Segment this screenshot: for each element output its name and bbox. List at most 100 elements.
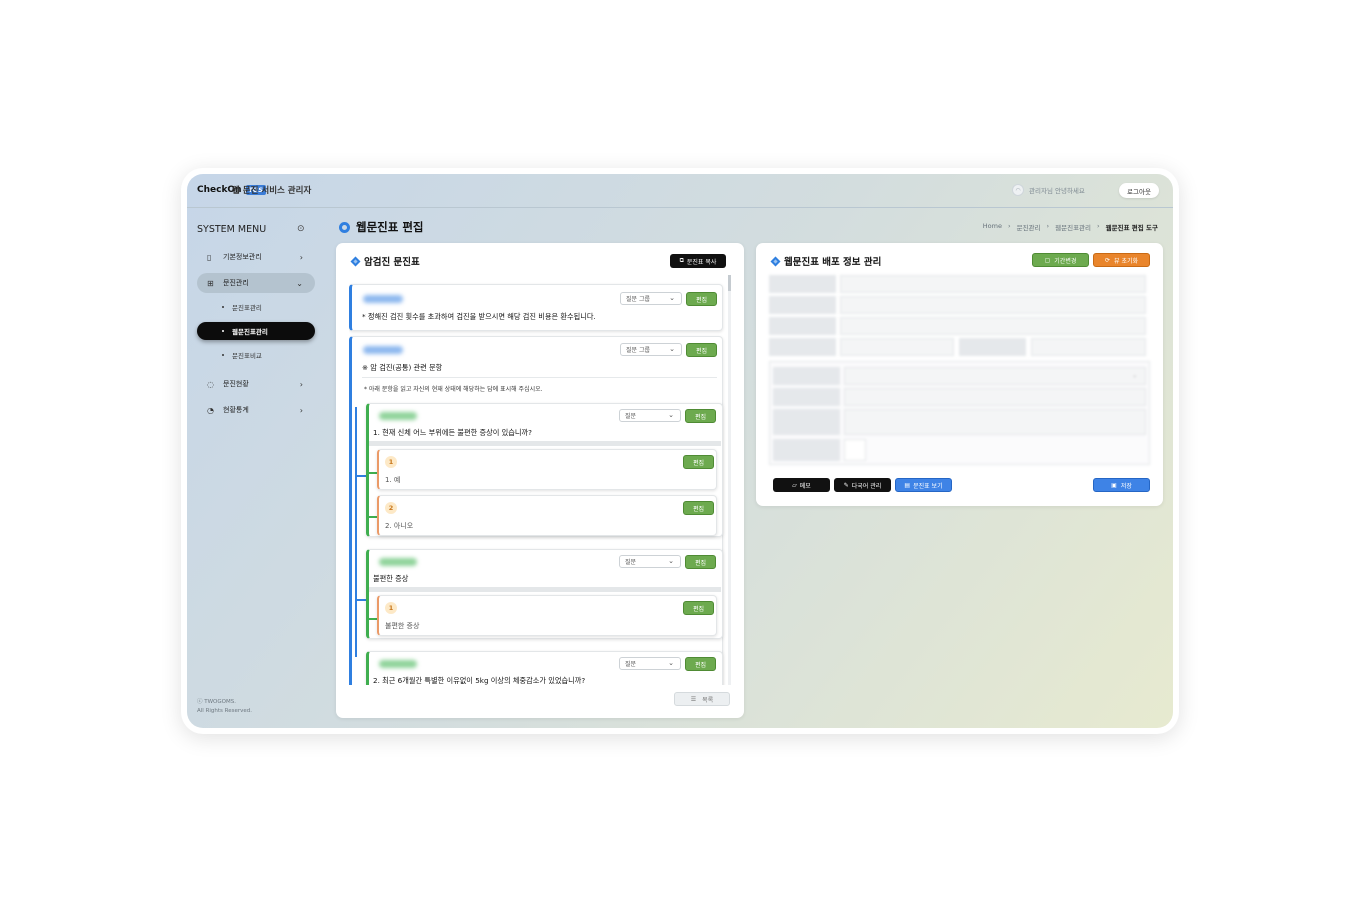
copyright-line: All Rights Reserved. (197, 708, 253, 714)
group-tag (363, 295, 403, 303)
question-card[interactable]: 질문 ⌄ 편집 1. 현재 신체 어느 부위에든 불편한 증상이 있습니까? 1… (366, 403, 723, 537)
edit-icon: ✎ (843, 481, 849, 489)
edit-button[interactable]: 편집 (686, 292, 717, 306)
type-select[interactable]: 질문 ⌄ (619, 657, 681, 670)
option-card[interactable]: 2 편집 2. 아니오 (377, 495, 717, 536)
save-label: 저장 (1120, 482, 1132, 490)
type-select[interactable]: 질문 ⌄ (619, 409, 681, 422)
breadcrumb-separator-icon: › (1097, 222, 1100, 230)
question-card[interactable]: 질문 ⌄ 편집 불편한 증상 1 편집 불편한 증상 (366, 549, 723, 639)
edit-button[interactable]: 편집 (685, 409, 716, 423)
sidebar-item-basic-info[interactable]: ▯ 기본정보관리 › (197, 247, 315, 267)
question-group-text: ※ 암 검진(공통) 관련 문항 (362, 363, 443, 372)
question-text: 2. 최근 6개월간 특별한 이유없이 5kg 이상의 체중감소가 있었습니까? (373, 676, 586, 685)
multilanguage-button[interactable]: ✎ 다국어 관리 (834, 478, 891, 492)
chevron-right-icon: › (299, 405, 303, 415)
option-text: 불편한 증상 (385, 622, 420, 630)
reset-view-button[interactable]: ⟳ 뷰 초기화 (1093, 253, 1150, 267)
form-textarea[interactable] (844, 409, 1146, 435)
question-tag (379, 660, 417, 668)
form-label (773, 367, 840, 385)
editor-scrollbar[interactable] (728, 275, 731, 685)
form-field[interactable] (840, 275, 1146, 293)
form-toggle[interactable] (844, 439, 866, 461)
user-greeting: ◠ 관리자님 안녕하세요 (1012, 184, 1085, 196)
multilanguage-label: 다국어 관리 (851, 482, 882, 490)
form-field[interactable] (840, 317, 1146, 335)
option-card[interactable]: 1 편집 1. 예 (377, 449, 717, 490)
form-label (769, 296, 836, 314)
form-field[interactable] (844, 388, 1146, 406)
sidebar-item-questionnaire[interactable]: ⊞ 문진관리 ⌄ (197, 273, 315, 293)
type-select[interactable]: 질문 그룹 ⌄ (620, 343, 682, 356)
editor-scroll-area[interactable]: 질문 그룹 ⌄ 편집 * 정해진 검진 횟수를 초과하여 검진을 받으시면 해당… (349, 275, 729, 685)
tree-connector (367, 618, 377, 620)
list-button[interactable]: ☰ 목록 (674, 692, 730, 706)
form-field[interactable] (840, 296, 1146, 314)
note-icon: ▱ (792, 481, 797, 489)
chevron-down-icon: ⌄ (296, 278, 303, 288)
bullet-icon (222, 354, 224, 356)
form-field[interactable] (840, 338, 954, 356)
type-select[interactable]: 질문 ⌄ (619, 555, 681, 568)
memo-label: 메모 (799, 482, 811, 490)
view-questionnaire-button[interactable]: ▤ 문진표 보기 (895, 478, 952, 492)
pie-chart-icon: ◔ (207, 405, 214, 415)
form-row (773, 439, 866, 461)
question-group-text: * 정해진 검진 횟수를 초과하여 검진을 받으시면 해당 검진 비용은 환수됩… (362, 312, 596, 321)
page-title: 웹문진표 편집 (339, 219, 423, 235)
scrollbar-thumb[interactable] (728, 275, 731, 291)
refresh-icon: ⟳ (1104, 256, 1111, 264)
edit-button[interactable]: 편집 (683, 501, 714, 515)
view-questionnaire-label: 문진표 보기 (913, 482, 943, 490)
title-ring-icon (339, 221, 350, 233)
edit-button[interactable]: 편집 (686, 343, 717, 357)
option-number: 1 (385, 456, 397, 468)
logout-button[interactable]: 로그아웃 (1119, 183, 1159, 198)
sidebar-item-status[interactable]: ◌ 문진현황 › (197, 374, 315, 394)
brand-logo[interactable]: CheckOn TGS 웹 문진 서비스 관리자 (197, 185, 311, 196)
change-period-button[interactable]: ▢ 기간변경 (1032, 253, 1089, 267)
question-group-card[interactable]: 질문 그룹 ⌄ 편집 ※ 암 검진(공통) 관련 문항 * 아래 문항을 읽고 … (349, 336, 723, 685)
copy-questionnaire-button[interactable]: ⧉ 문진표 복사 (670, 254, 726, 268)
diamond-icon (770, 256, 781, 266)
diamond-icon (350, 256, 361, 266)
edit-button[interactable]: 편집 (685, 657, 716, 671)
edit-button[interactable]: 편집 (683, 455, 714, 469)
file-icon: ▢ (1044, 256, 1051, 264)
form-row: ⌄ (773, 367, 1146, 385)
sidebar-item-statistics[interactable]: ◔ 현황통계 › (197, 400, 315, 420)
form-label (769, 317, 836, 335)
menu-settings-icon[interactable]: ⊙ (297, 224, 305, 234)
breadcrumb: Home › 문진관리 › 웹문진표관리 › 웹문진표 편집 도구 (983, 222, 1158, 232)
copy-questionnaire-label: 문진표 복사 (686, 258, 717, 266)
tree-connector (367, 472, 377, 474)
option-card[interactable]: 1 편집 불편한 증상 (377, 595, 717, 636)
edit-button[interactable]: 편집 (685, 555, 716, 569)
change-period-label: 기간변경 (1054, 257, 1077, 265)
form-label (773, 439, 840, 461)
question-card[interactable]: 질문 ⌄ 편집 2. 최근 6개월간 특별한 이유없이 5kg 이상의 체중감소… (366, 651, 723, 685)
divider (369, 441, 721, 446)
question-group-card[interactable]: 질문 그룹 ⌄ 편집 * 정해진 검진 횟수를 초과하여 검진을 받으시면 해당… (349, 284, 723, 331)
breadcrumb-item[interactable]: 웹문진표관리 (1055, 222, 1091, 232)
list-button-label: 목록 (702, 696, 714, 704)
form-select[interactable]: ⌄ (844, 367, 1146, 385)
breadcrumb-home[interactable]: Home (983, 222, 1002, 232)
questionnaire-editor-panel: 암검진 문진표 ⧉ 문진표 복사 질문 그룹 ⌄ 편집 * 정해진 검진 횟수를… (336, 243, 744, 718)
deploy-info-panel: 웹문진표 배포 정보 관리 ▢ 기간변경 ⟳ 뷰 초기화 ⌄ ▱ 메모 ✎ 다국… (756, 243, 1163, 506)
edit-button[interactable]: 편집 (683, 601, 714, 615)
memo-button[interactable]: ▱ 메모 (773, 478, 830, 492)
form-field[interactable] (1031, 338, 1146, 356)
sidebar-item-label: 현황통계 (223, 406, 249, 414)
sidebar-subitem-web-questionnaire[interactable]: 웹문진표관리 (197, 322, 315, 340)
breadcrumb-item[interactable]: 문진관리 (1017, 222, 1041, 232)
editor-title-text: 암검진 문진표 (364, 257, 420, 268)
sidebar-subitem-compare[interactable]: 문진표비교 (197, 346, 315, 364)
greeting-text: 관리자님 안녕하세요 (1029, 187, 1085, 195)
save-button[interactable]: ▣ 저장 (1093, 478, 1150, 492)
sidebar-subitem-questionnaire-list[interactable]: 문진표관리 (197, 298, 315, 316)
tree-connector (355, 407, 357, 657)
type-select[interactable]: 질문 그룹 ⌄ (620, 292, 682, 305)
copy-icon: ⧉ (679, 257, 684, 264)
